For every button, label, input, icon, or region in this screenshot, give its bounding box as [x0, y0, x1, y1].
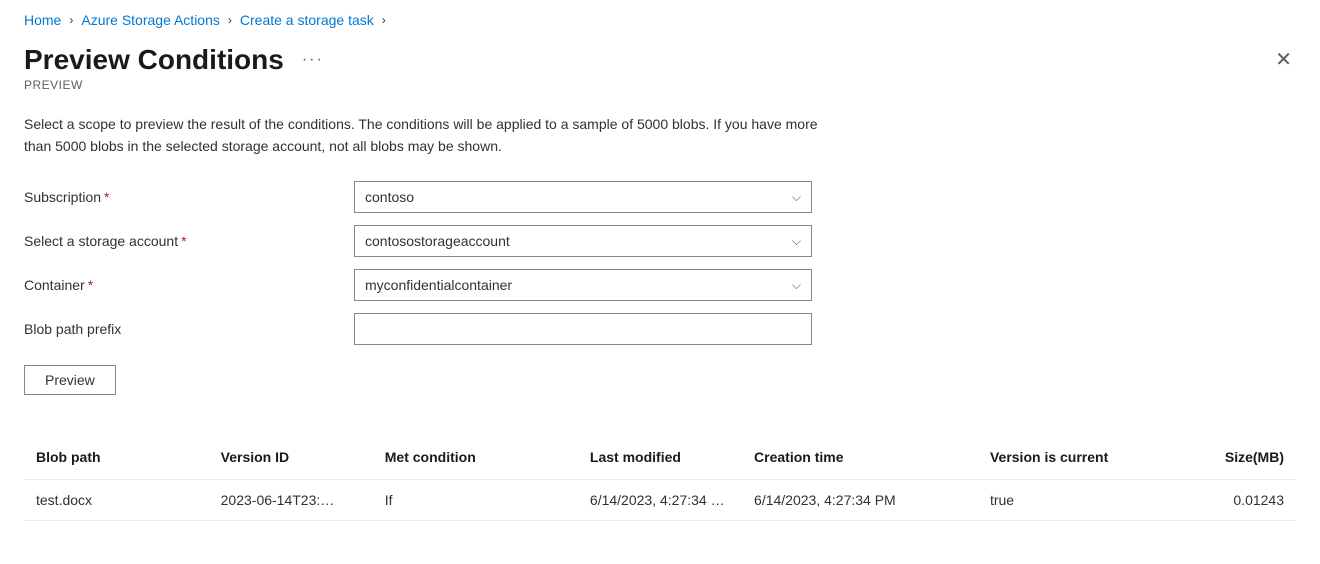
table-row[interactable]: test.docx 2023-06-14T23:… If 6/14/2023, …	[24, 480, 1296, 521]
th-size-mb[interactable]: Size(MB)	[1183, 439, 1296, 480]
chevron-down-icon: ⌵	[792, 278, 801, 293]
dropdown-storage-account[interactable]: contosostorageaccount ⌵	[354, 225, 812, 257]
dropdown-subscription[interactable]: contoso ⌵	[354, 181, 812, 213]
input-blob-prefix[interactable]	[354, 313, 812, 345]
cell-blob-path: test.docx	[24, 480, 209, 521]
more-icon[interactable]: ···	[302, 51, 324, 69]
preview-button[interactable]: Preview	[24, 365, 116, 395]
chevron-down-icon: ⌵	[792, 190, 801, 205]
dropdown-storage-account-value: contosostorageaccount	[365, 233, 510, 249]
cell-size-mb: 0.01243	[1183, 480, 1296, 521]
chevron-right-icon: ›	[228, 13, 232, 27]
close-button[interactable]: ✕	[1271, 46, 1296, 74]
page-title: Preview Conditions	[24, 44, 284, 76]
label-subscription-text: Subscription	[24, 189, 101, 205]
th-version-id[interactable]: Version ID	[209, 439, 373, 480]
cell-creation-time: 6/14/2023, 4:27:34 PM	[742, 480, 978, 521]
cell-version-current: true	[978, 480, 1183, 521]
results-table: Blob path Version ID Met condition Last …	[24, 439, 1296, 521]
th-version-current[interactable]: Version is current	[978, 439, 1183, 480]
dropdown-subscription-value: contoso	[365, 189, 414, 205]
th-blob-path[interactable]: Blob path	[24, 439, 209, 480]
required-indicator: *	[104, 189, 109, 205]
breadcrumb-link-storage-actions[interactable]: Azure Storage Actions	[81, 12, 220, 28]
field-container: Container* myconfidentialcontainer ⌵	[24, 269, 1296, 301]
required-indicator: *	[181, 233, 186, 249]
label-subscription: Subscription*	[24, 189, 354, 205]
description-text: Select a scope to preview the result of …	[24, 114, 824, 157]
title-area: Preview Conditions ···	[24, 44, 324, 76]
label-storage-account: Select a storage account*	[24, 233, 354, 249]
breadcrumb-link-home[interactable]: Home	[24, 12, 61, 28]
th-met-condition[interactable]: Met condition	[373, 439, 578, 480]
label-container: Container*	[24, 277, 354, 293]
breadcrumb-link-create-task[interactable]: Create a storage task	[240, 12, 374, 28]
close-icon: ✕	[1275, 49, 1292, 71]
field-storage-account: Select a storage account* contosostorage…	[24, 225, 1296, 257]
dropdown-container-value: myconfidentialcontainer	[365, 277, 512, 293]
table-header-row: Blob path Version ID Met condition Last …	[24, 439, 1296, 480]
label-container-text: Container	[24, 277, 85, 293]
cell-last-modified: 6/14/2023, 4:27:34 …	[578, 480, 742, 521]
label-storage-account-text: Select a storage account	[24, 233, 178, 249]
label-blob-prefix-text: Blob path prefix	[24, 321, 121, 337]
cell-met-condition: If	[373, 480, 578, 521]
cell-version-id: 2023-06-14T23:…	[209, 480, 373, 521]
field-subscription: Subscription* contoso ⌵	[24, 181, 1296, 213]
label-blob-prefix: Blob path prefix	[24, 321, 354, 337]
page-subtitle: PREVIEW	[24, 78, 1296, 92]
th-last-modified[interactable]: Last modified	[578, 439, 742, 480]
required-indicator: *	[88, 277, 93, 293]
dropdown-container[interactable]: myconfidentialcontainer ⌵	[354, 269, 812, 301]
th-creation-time[interactable]: Creation time	[742, 439, 978, 480]
chevron-down-icon: ⌵	[792, 234, 801, 249]
breadcrumb: Home › Azure Storage Actions › Create a …	[24, 12, 1296, 28]
field-blob-prefix: Blob path prefix	[24, 313, 1296, 345]
page-header: Preview Conditions ··· ✕	[24, 44, 1296, 76]
chevron-right-icon: ›	[382, 13, 386, 27]
chevron-right-icon: ›	[69, 13, 73, 27]
